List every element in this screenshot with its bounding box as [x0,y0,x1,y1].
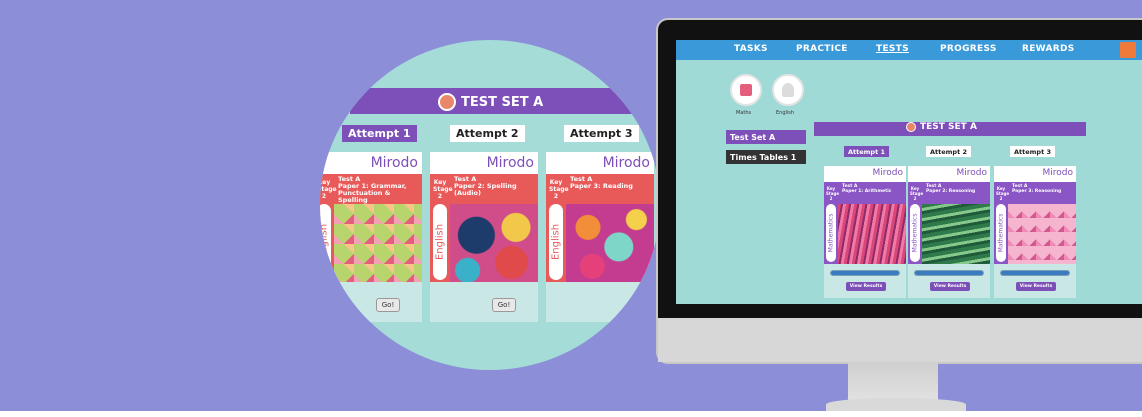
view-results-button[interactable]: View Results [930,282,970,291]
nav-practice[interactable]: PRACTICE [796,44,848,54]
card-paper-title: Test A Paper 1: Arithmetic [842,184,892,194]
nav-rewards[interactable]: REWARDS [1022,44,1075,54]
key-stage-label: Key Stage 2 [996,186,1010,201]
monitor-chin [658,318,1142,362]
english-subject-button[interactable] [772,74,804,106]
key-stage-label: Key Stage 2 [549,179,569,200]
progress-fill [1001,271,1069,275]
mirodo-logo: Mirodo [1042,168,1074,178]
view-results-button[interactable]: View Results [846,282,886,291]
top-nav: TASKS PRACTICE TESTS PROGRESS REWARDS [676,40,1142,60]
tab-attempt-1[interactable]: Attempt 1 [844,146,889,157]
tab-attempt-2[interactable]: Attempt 2 [926,146,971,157]
test-card: Mirodo Test A Paper 2: Spelling (Audio) K… [430,152,538,322]
card-header: Mirodo [546,152,654,174]
nav-tests[interactable]: TESTS [876,44,909,54]
card-header: Mirodo [908,166,990,182]
test-set-title-text: TEST SET A [920,122,977,132]
card-image [450,204,538,282]
progress-bar [830,270,900,276]
maths-label: Maths [736,110,752,116]
tab-attempt-3[interactable]: Attempt 3 [1010,146,1055,157]
key-stage-label: Key Stage 2 [433,179,453,200]
mirodo-logo: Mirodo [956,168,988,178]
progress-fill [915,271,983,275]
english-label: English [776,110,795,116]
key-stage-label: Key Stage 2 [320,179,337,200]
subject-pill: Mathematics [910,204,920,262]
test-card: Mirodo Test A Paper 1: Arithmetic Key Sta… [824,166,906,298]
test-set-icon [438,93,456,111]
subject-pill: Mathematics [826,204,836,262]
card-paper-title: Test A Paper 2: Spelling (Audio) [454,175,517,197]
progress-bar [1000,270,1070,276]
card-paper-title: Test A Paper 3: Reasoning [1012,184,1062,194]
monitor-screen: TASKS PRACTICE TESTS PROGRESS REWARDS Ma… [676,40,1142,304]
card-image [1008,204,1076,264]
test-set-title-text: TEST SET A [461,94,544,110]
card-image [922,204,990,264]
card-header: Mirodo [320,152,422,174]
card-paper-title: Test A Paper 2: Reasoning [926,184,976,194]
progress-bar [914,270,984,276]
go-button[interactable]: Go! [376,298,400,312]
subject-pill: English [433,204,447,280]
subject-pill: English [549,204,563,280]
go-button[interactable]: Go! [492,298,516,312]
test-set-title: TEST SET A [438,90,558,114]
hero-banner: TEST SET A Attempt 1 Attempt 2 Attempt 3… [0,0,1142,411]
card-image [838,204,906,264]
tab-attempt-1[interactable]: Attempt 1 [342,125,417,142]
monitor-base [826,398,966,411]
card-paper-title: Test A Paper 3: Reading [570,175,633,190]
tab-attempt-2[interactable]: Attempt 2 [450,125,525,142]
subject-pill: Mathematics [996,204,1006,262]
test-card: Mirodo Test A Paper 1: Grammar, Punctuati… [320,152,422,322]
english-icon [782,83,794,97]
nav-progress[interactable]: PROGRESS [940,44,997,54]
key-stage-label: Key Stage 2 [910,186,924,201]
card-header: Mirodo [430,152,538,174]
test-card: Mirodo Test A Paper 3: Reading Key Stage … [546,152,654,322]
mirodo-logo: Mirodo [370,155,418,171]
mirodo-logo: Mirodo [872,168,904,178]
sidebar-item-times-tables-1[interactable]: Times Tables 1 [726,150,806,164]
test-set-title: TEST SET A [906,122,977,132]
key-stage-label: Key Stage 2 [826,186,840,201]
card-image [566,204,654,282]
test-card: Mirodo Test A Paper 2: Reasoning Key Stag… [908,166,990,298]
gift-icon[interactable] [1120,42,1136,58]
progress-fill [831,271,899,275]
zoom-magnifier: TEST SET A Attempt 1 Attempt 2 Attempt 3… [320,40,660,370]
sidebar-item-test-set-a[interactable]: Test Set A [726,130,806,144]
mirodo-logo: Mirodo [486,155,534,171]
test-set-icon [906,122,916,132]
view-results-button[interactable]: View Results [1016,282,1056,291]
rubik-cube-icon [740,84,752,96]
card-header: Mirodo [994,166,1076,182]
nav-tasks[interactable]: TASKS [734,44,768,54]
subject-pill: English [320,204,331,280]
tab-attempt-3[interactable]: Attempt 3 [564,125,639,142]
maths-subject-button[interactable] [730,74,762,106]
card-paper-title: Test A Paper 1: Grammar, Punctuation & Sp… [338,175,407,204]
mirodo-logo: Mirodo [602,155,650,171]
card-header: Mirodo [824,166,906,182]
test-card: Mirodo Test A Paper 3: Reasoning Key Stag… [994,166,1076,298]
card-image [334,204,422,282]
